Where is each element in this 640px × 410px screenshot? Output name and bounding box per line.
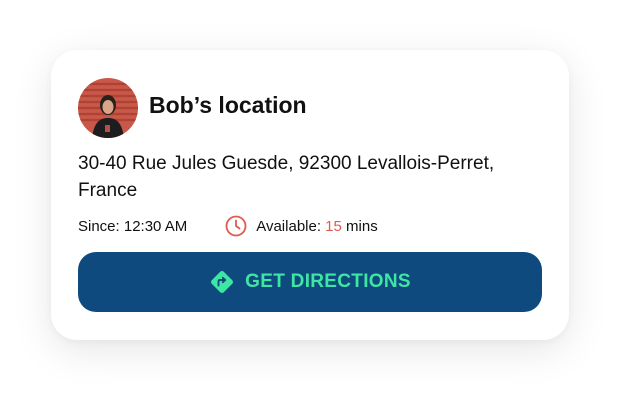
get-directions-button[interactable]: GET DIRECTIONS [78, 252, 542, 312]
directions-icon [209, 269, 235, 295]
available-suffix: mins [341, 217, 378, 235]
availability-text: Available: 15 mins [256, 218, 377, 235]
get-directions-label: GET DIRECTIONS [245, 271, 411, 292]
available-minutes: 15 [325, 217, 342, 235]
available-prefix: Available: [256, 217, 326, 235]
address-text: 30-40 Rue Jules Guesde, 92300 Levallois-… [78, 153, 495, 201]
location-card: Bob’s location 30-40 Rue Jules Guesde, 9… [51, 50, 569, 340]
meta-row: Since: 12:30 AM Available: 15 mins [78, 215, 378, 237]
since-time: Since: 12:30 AM [78, 217, 188, 235]
avatar [78, 78, 138, 138]
card-title: Bob’s location [149, 92, 307, 118]
clock-icon [225, 215, 247, 237]
